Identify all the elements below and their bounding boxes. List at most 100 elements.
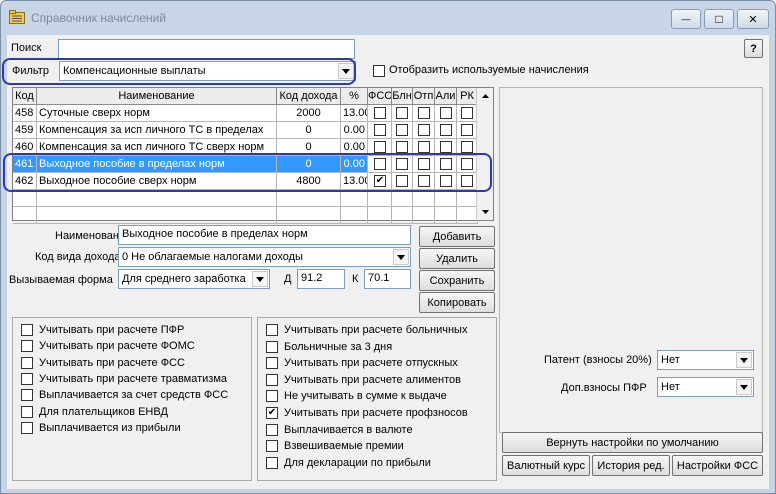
col-header-ali[interactable]: Али xyxy=(435,88,457,105)
table-cell-empty[interactable] xyxy=(277,190,341,207)
table-cell-income[interactable]: 0 xyxy=(277,156,341,173)
table-cell-code[interactable]: 461 xyxy=(13,156,37,173)
table-cell-empty[interactable] xyxy=(457,207,478,224)
flag-checkbox[interactable] xyxy=(440,107,452,119)
option-checkbox[interactable] xyxy=(21,340,33,353)
flag-checkbox[interactable]: ✔ xyxy=(374,175,386,187)
table-cell-bln[interactable] xyxy=(392,139,413,156)
col-header-bln[interactable]: Блн xyxy=(392,88,413,105)
table-cell-empty[interactable] xyxy=(277,207,341,224)
table-cell-empty[interactable] xyxy=(37,207,277,224)
help-button[interactable]: ? xyxy=(744,39,763,58)
table-cell-fss[interactable] xyxy=(368,139,392,156)
table-cell-income[interactable]: 4800 xyxy=(277,173,341,190)
flag-checkbox[interactable] xyxy=(418,141,430,153)
patent-select[interactable]: Нет xyxy=(657,350,754,370)
flag-checkbox[interactable] xyxy=(396,124,408,136)
scroll-down-icon[interactable] xyxy=(478,205,492,219)
table-cell-code[interactable]: 462 xyxy=(13,173,37,190)
close-button[interactable]: ✕ xyxy=(737,9,769,29)
table-cell-name[interactable]: Компенсация за исп личного ТС сверх норм xyxy=(37,139,277,156)
col-header-fss[interactable]: ФСС xyxy=(368,88,392,105)
table-cell-code[interactable]: 459 xyxy=(13,122,37,139)
option-checkbox[interactable] xyxy=(266,373,278,386)
col-header-rk[interactable]: РК xyxy=(457,88,478,105)
table-cell-empty[interactable] xyxy=(413,190,435,207)
option-checkbox[interactable] xyxy=(266,357,278,370)
save-button[interactable]: Сохранить xyxy=(419,270,495,291)
col-header-income[interactable]: Код дохода xyxy=(277,88,341,105)
table-cell-income[interactable]: 0 xyxy=(277,122,341,139)
search-input[interactable] xyxy=(58,39,355,59)
flag-checkbox[interactable] xyxy=(396,158,408,170)
minimize-button[interactable]: — xyxy=(671,9,701,29)
table-cell-name[interactable]: Суточные сверх норм xyxy=(37,105,277,122)
flag-checkbox[interactable] xyxy=(374,124,386,136)
pfr-select[interactable]: Нет xyxy=(657,377,754,397)
table-cell-empty[interactable] xyxy=(368,207,392,224)
table-cell-rk[interactable] xyxy=(457,139,478,156)
table-cell-otp[interactable] xyxy=(413,105,435,122)
table-cell-rk[interactable] xyxy=(457,105,478,122)
table-cell-empty[interactable] xyxy=(413,207,435,224)
flag-checkbox[interactable] xyxy=(461,141,473,153)
table-cell-bln[interactable] xyxy=(392,105,413,122)
table-cell-bln[interactable] xyxy=(392,156,413,173)
flag-checkbox[interactable] xyxy=(418,175,430,187)
flag-checkbox[interactable] xyxy=(461,107,473,119)
reset-defaults-button[interactable]: Вернуть настройки по умолчанию xyxy=(502,432,763,453)
table-cell-pct[interactable]: 0.00 xyxy=(341,122,368,139)
table-cell-fss[interactable] xyxy=(368,105,392,122)
option-checkbox[interactable] xyxy=(266,456,278,469)
table-cell-name[interactable]: Выходное пособие в пределах норм xyxy=(37,156,277,173)
flag-checkbox[interactable] xyxy=(374,107,386,119)
flag-checkbox[interactable] xyxy=(374,141,386,153)
table-cell-empty[interactable] xyxy=(392,207,413,224)
table-cell-bln[interactable] xyxy=(392,173,413,190)
table-cell-pct[interactable]: 13.00 xyxy=(341,173,368,190)
col-header-name[interactable]: Наименование xyxy=(37,88,277,105)
col-header-pct[interactable]: % xyxy=(341,88,368,105)
chevron-down-icon[interactable] xyxy=(736,352,752,368)
chevron-down-icon[interactable] xyxy=(252,271,268,287)
option-checkbox[interactable] xyxy=(266,423,278,436)
option-checkbox[interactable] xyxy=(21,324,33,336)
table-cell-pct[interactable]: 0.00 xyxy=(341,156,368,173)
table-cell-empty[interactable] xyxy=(435,207,457,224)
table-cell-ali[interactable] xyxy=(435,122,457,139)
table-cell-code[interactable]: 460 xyxy=(13,139,37,156)
table-cell-income[interactable]: 0 xyxy=(277,139,341,156)
income-type-select[interactable]: 0 Не облагаемые налогами доходы xyxy=(118,247,411,267)
flag-checkbox[interactable] xyxy=(396,141,408,153)
table-cell-ali[interactable] xyxy=(435,173,457,190)
table-cell-fss[interactable] xyxy=(368,156,392,173)
chevron-down-icon[interactable] xyxy=(736,379,752,395)
table-cell-rk[interactable] xyxy=(457,122,478,139)
table-cell-ali[interactable] xyxy=(435,105,457,122)
table-cell-otp[interactable] xyxy=(413,173,435,190)
flag-checkbox[interactable] xyxy=(440,175,452,187)
table-cell-empty[interactable] xyxy=(368,190,392,207)
delete-button[interactable]: Удалить xyxy=(419,248,495,269)
table-cell-rk[interactable] xyxy=(457,156,478,173)
flag-checkbox[interactable] xyxy=(461,175,473,187)
option-checkbox[interactable] xyxy=(21,356,33,369)
flag-checkbox[interactable] xyxy=(418,107,430,119)
scroll-up-icon[interactable] xyxy=(478,89,492,103)
option-checkbox[interactable] xyxy=(266,390,278,403)
chevron-down-icon[interactable] xyxy=(393,249,409,265)
table-cell-empty[interactable] xyxy=(457,190,478,207)
table-cell-pct[interactable]: 0.00 xyxy=(341,139,368,156)
table-cell-income[interactable]: 2000 xyxy=(277,105,341,122)
option-checkbox[interactable] xyxy=(266,440,278,453)
table-cell-otp[interactable] xyxy=(413,122,435,139)
table-cell-bln[interactable] xyxy=(392,122,413,139)
flag-checkbox[interactable] xyxy=(461,124,473,136)
chevron-down-icon[interactable] xyxy=(338,63,354,79)
currency-rate-button[interactable]: Валютный курс xyxy=(502,455,590,476)
table-cell-otp[interactable] xyxy=(413,139,435,156)
option-checkbox[interactable] xyxy=(21,389,33,402)
called-form-select[interactable]: Для среднего заработка xyxy=(118,269,270,289)
flag-checkbox[interactable] xyxy=(440,141,452,153)
option-checkbox[interactable]: ✔ xyxy=(266,407,278,419)
